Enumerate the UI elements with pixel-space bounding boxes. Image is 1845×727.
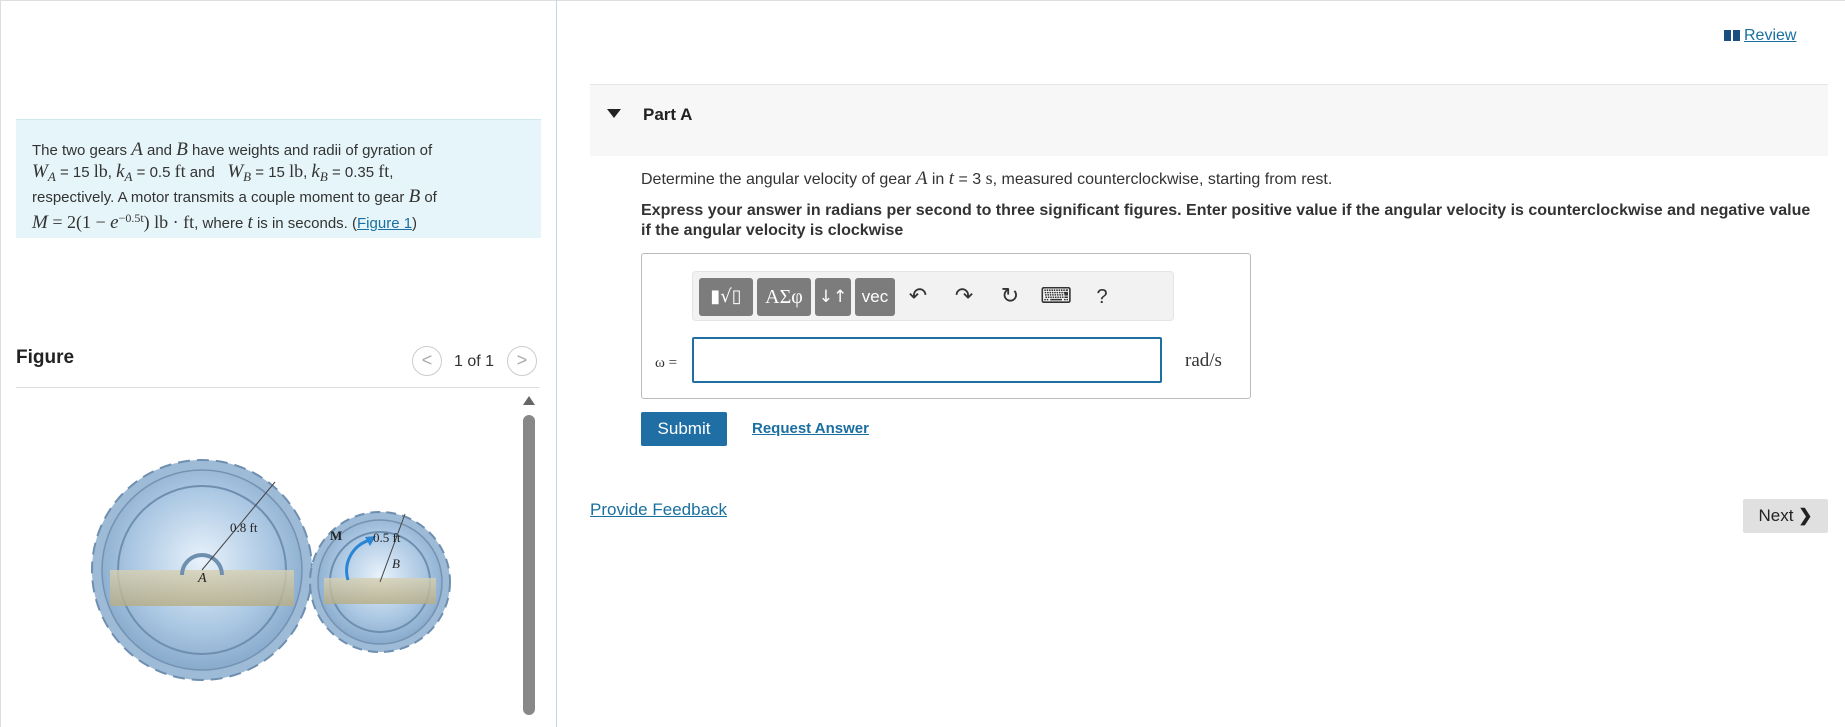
scroll-up-arrow-icon[interactable] [523,396,535,405]
problem-line-3: respectively. A motor transmits a couple… [32,187,525,208]
moment-exponent: −0.5t [118,211,144,225]
problem-text: and [142,142,177,159]
keyboard-icon[interactable]: ⌨ [1039,280,1073,314]
review-label: Review [1744,27,1797,44]
submit-button[interactable]: Submit [641,412,727,446]
chevron-right-icon: ❯ [1798,506,1813,525]
wb-symbol: W [227,161,244,182]
ka-symbol: k [116,161,125,182]
gears-figure: 0.8 ft 0.5 ft M A B [91,459,451,681]
answer-unit: rad/s [1185,350,1222,371]
kb-subscript: B [319,169,328,184]
problem-text: , [389,164,394,181]
question-text: Determine the angular velocity of gear A… [641,168,1332,190]
book-icon [1724,30,1740,41]
moment-label: M [330,528,342,543]
request-answer-link[interactable]: Request Answer [752,420,869,437]
part-a-header[interactable]: Part A [590,84,1828,156]
arrows-button[interactable]: ↓↑ [815,278,851,316]
collapse-caret-icon[interactable] [607,109,621,118]
problem-text: , where [194,215,248,232]
question-part: Determine the angular velocity of gear [641,171,916,188]
wa-value: = 15 [55,164,94,181]
moment-symbol: M [32,212,48,233]
wb-subscript: B [243,169,252,184]
wa-symbol: W [32,161,48,182]
problem-text: respectively. A motor transmits a couple… [32,189,409,206]
templates-button[interactable]: ▮√▯ [699,278,753,316]
figure-link[interactable]: Figure 1 [357,215,412,232]
next-label: Next [1758,506,1794,525]
vector-button[interactable]: vec [855,278,895,316]
answer-input[interactable] [692,337,1162,383]
problem-line-4: M = 2(1 − e−0.5t) lb · ft, where t is in… [32,208,525,234]
problem-text: have weights and radii of gyration of [187,142,433,159]
figure-counter: 1 of 1 [454,353,495,370]
moment-exponential: e [110,212,119,233]
problem-statement: The two gears A and B have weights and r… [16,119,541,238]
gear-a [91,459,313,681]
kb-value: = 0.35 [327,164,379,181]
problem-text: The two gears [32,142,132,159]
ka-value: = 0.5 [132,164,175,181]
review-link[interactable]: Review [1724,27,1796,45]
radius-a-label: 0.8 ft [230,520,258,535]
gear-a-label: A [197,571,207,586]
math-toolbar: ▮√▯ ΑΣφ ↓↑ vec ↶ ↷ ↻ ⌨ ? [692,271,1174,321]
radius-b-label: 0.5 ft [373,530,401,545]
redo-icon[interactable]: ↷ [947,280,981,314]
problem-text: ) [412,215,418,232]
gear-b-symbol: B [408,186,421,207]
provide-feedback-link[interactable]: Provide Feedback [590,500,727,520]
problem-line-2: WA = 15 lb, kA = 0.5 ft and WB = 15 lb, … [32,161,394,184]
question-gear-symbol: A [915,168,928,189]
wa-subscript: A [47,169,56,184]
help-icon[interactable]: ? [1085,280,1119,314]
question-part: = 3 [954,171,986,188]
greek-symbols-button[interactable]: ΑΣφ [757,278,811,316]
figure-prev-button[interactable]: < [412,346,442,376]
gear-b-label: B [392,556,400,571]
reset-icon[interactable]: ↻ [993,280,1027,314]
gear-a-symbol: A [131,139,143,160]
figure-divider [16,387,539,388]
problem-line-1: The two gears A and B have weights and r… [32,140,525,161]
wb-unit: lb [289,161,304,181]
problem-text: of [420,189,437,206]
problem-text: is in seconds. ( [252,215,358,232]
wa-unit: lb [93,161,108,181]
moment-units: ) lb · ft [143,212,195,232]
kb-unit: ft [378,161,390,181]
moment-equation: = 2(1 − [47,212,111,232]
answer-instructions: Express your answer in radians per secon… [641,202,1811,239]
ka-unit: ft [174,161,186,181]
question-part: , measured counterclockwise, starting fr… [992,171,1333,188]
next-button[interactable]: Next ❯ [1743,499,1828,533]
figure-next-button[interactable]: > [507,346,537,376]
problem-text: and [185,164,219,181]
gear-b-symbol: B [176,139,188,160]
question-part: in [927,171,949,188]
kb-symbol: k [311,161,320,182]
figure-scrollbar[interactable] [523,415,535,715]
wb-value: = 15 [251,164,290,181]
answer-box: ▮√▯ ΑΣφ ↓↑ vec ↶ ↷ ↻ ⌨ ? ω = rad/s [641,253,1251,399]
figure-heading: Figure [16,347,75,368]
question-unit: s [985,168,993,188]
undo-icon[interactable]: ↶ [901,280,935,314]
part-title: Part A [643,105,693,124]
answer-variable-label: ω = [655,355,678,371]
